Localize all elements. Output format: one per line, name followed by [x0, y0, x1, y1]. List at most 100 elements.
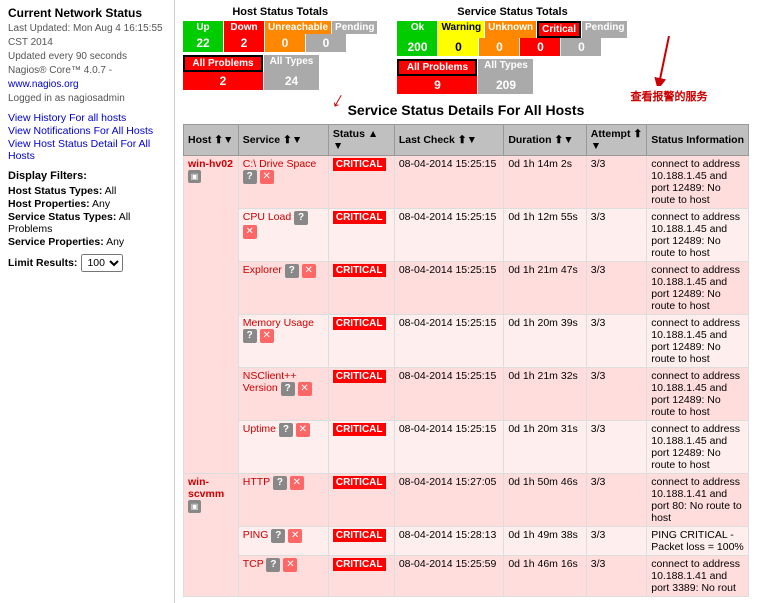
sort-lastcheck-icon[interactable]: ⬆▼: [458, 134, 477, 146]
service-link[interactable]: Explorer: [243, 264, 282, 276]
service-cell: PING ? ✕: [238, 527, 328, 556]
table-row: NSClient++ Version ? ✕CRITICAL08-04-2014…: [184, 368, 749, 421]
host-link[interactable]: win-scvmm: [188, 476, 224, 500]
status-badge: CRITICAL: [333, 211, 386, 224]
x-icon[interactable]: ✕: [290, 476, 304, 490]
service-cell: TCP ? ✕: [238, 556, 328, 597]
status-cell: CRITICAL: [328, 315, 394, 368]
sort-status-icon[interactable]: ▲▼: [333, 128, 378, 152]
update-interval: Updated every 90 seconds: [8, 50, 166, 64]
svc-allprob-value[interactable]: 9: [397, 76, 477, 94]
info-cell: connect to address 10.188.1.45 and port …: [647, 421, 749, 474]
svc-unknown-value[interactable]: 0: [479, 38, 519, 56]
svc-alltypes-label[interactable]: All Types: [478, 59, 533, 76]
sidebar: Current Network Status Last Updated: Mon…: [0, 0, 175, 603]
x-icon[interactable]: ✕: [298, 382, 312, 396]
display-filters: Display Filters: Host Status Types: All …: [8, 170, 166, 248]
duration-cell: 0d 1h 20m 39s: [504, 315, 586, 368]
last-check-cell: 08-04-2014 15:25:15: [394, 156, 503, 209]
service-link[interactable]: HTTP: [243, 476, 270, 488]
host-down-value[interactable]: 2: [224, 34, 264, 52]
service-link[interactable]: CPU Load: [243, 211, 291, 223]
service-link[interactable]: TCP: [243, 558, 264, 570]
svc-pending-value[interactable]: 0: [561, 38, 601, 56]
x-icon[interactable]: ✕: [296, 423, 310, 437]
svc-unknown-header: Unknown: [485, 21, 536, 38]
sort-attempt-icon[interactable]: ⬆▼: [591, 128, 642, 152]
limit-label: Limit Results:: [8, 257, 77, 269]
question-icon[interactable]: ?: [294, 211, 308, 225]
nagios-url-link[interactable]: www.nagios.org: [8, 79, 79, 90]
service-link[interactable]: C:\ Drive Space: [243, 158, 317, 170]
host-allprob-label[interactable]: All Problems: [183, 55, 263, 72]
limit-select[interactable]: 100 50 25: [81, 254, 123, 272]
duration-cell: 0d 1h 21m 32s: [504, 368, 586, 421]
svc-critical-value[interactable]: 0: [520, 38, 560, 56]
sort-duration-icon[interactable]: ⬆▼: [554, 134, 573, 146]
question-icon[interactable]: ?: [273, 476, 287, 490]
table-header-row: Host ⬆▼ Service ⬆▼ Status ▲▼ Last Check …: [184, 125, 749, 156]
service-link[interactable]: Uptime: [243, 423, 276, 435]
arrow-down-left-icon: [654, 36, 684, 86]
service-link[interactable]: PING: [243, 529, 269, 541]
question-icon[interactable]: ?: [279, 423, 293, 437]
x-icon[interactable]: ✕: [288, 529, 302, 543]
x-icon[interactable]: ✕: [283, 558, 297, 572]
question-icon[interactable]: ?: [281, 382, 295, 396]
svc-alltypes-value[interactable]: 209: [478, 76, 533, 94]
host-properties-filter: Host Properties: Any: [8, 198, 166, 210]
last-updated: Last Updated: Mon Aug 4 16:15:55 CST 201…: [8, 22, 166, 50]
notifications-link[interactable]: View Notifications For All Hosts: [8, 125, 166, 137]
sort-host-icon[interactable]: ⬆▼: [214, 134, 233, 146]
host-unreachable-value[interactable]: 0: [265, 34, 305, 52]
host-alltypes-value[interactable]: 24: [264, 72, 319, 90]
col-host-header: Host ⬆▼: [184, 125, 239, 156]
col-attempt-header: Attempt ⬆▼: [586, 125, 646, 156]
service-cell: Memory Usage ? ✕: [238, 315, 328, 368]
x-icon[interactable]: ✕: [302, 264, 316, 278]
x-icon[interactable]: ✕: [260, 329, 274, 343]
duration-cell: 0d 1h 14m 2s: [504, 156, 586, 209]
sort-service-icon[interactable]: ⬆▼: [283, 134, 302, 146]
table-row: Memory Usage ? ✕CRITICAL08-04-2014 15:25…: [184, 315, 749, 368]
info-cell: connect to address 10.188.1.45 and port …: [647, 262, 749, 315]
last-check-cell: 08-04-2014 15:27:05: [394, 474, 503, 527]
attempt-cell: 3/3: [586, 421, 646, 474]
question-icon[interactable]: ?: [271, 529, 285, 543]
service-properties-filter: Service Properties: Any: [8, 236, 166, 248]
service-link[interactable]: Memory Usage: [243, 317, 314, 329]
question-icon[interactable]: ?: [243, 329, 257, 343]
question-icon[interactable]: ?: [266, 558, 280, 572]
host-pending-value[interactable]: 0: [306, 34, 346, 52]
status-badge: CRITICAL: [333, 423, 386, 436]
duration-cell: 0d 1h 20m 31s: [504, 421, 586, 474]
filters-title: Display Filters:: [8, 170, 166, 182]
svc-warning-value[interactable]: 0: [438, 38, 478, 56]
svc-pending-header: Pending: [582, 21, 627, 38]
host-alltypes-label[interactable]: All Types: [264, 55, 319, 72]
x-icon[interactable]: ✕: [260, 170, 274, 184]
host-allprob-value[interactable]: 2: [183, 72, 263, 90]
host-unreachable-header: Unreachable: [265, 21, 331, 34]
info-cell: connect to address 10.188.1.45 and port …: [647, 368, 749, 421]
history-hosts-link[interactable]: View History For all hosts: [8, 112, 166, 124]
question-icon[interactable]: ?: [285, 264, 299, 278]
table-row: TCP ? ✕CRITICAL08-04-2014 15:25:590d 1h …: [184, 556, 749, 597]
question-icon[interactable]: ?: [243, 170, 257, 184]
host-down-header: Down: [224, 21, 264, 34]
sidebar-title: Current Network Status: [8, 6, 166, 20]
x-icon[interactable]: ✕: [243, 225, 257, 239]
table-row: PING ? ✕CRITICAL08-04-2014 15:28:130d 1h…: [184, 527, 749, 556]
table-row: CPU Load ? ✕CRITICAL08-04-2014 15:25:150…: [184, 209, 749, 262]
col-service-header: Service ⬆▼: [238, 125, 328, 156]
attempt-cell: 3/3: [586, 556, 646, 597]
host-icon[interactable]: ▣: [188, 500, 201, 513]
host-up-value[interactable]: 22: [183, 34, 223, 52]
host-icon[interactable]: ▣: [188, 170, 201, 183]
svc-ok-value[interactable]: 200: [397, 38, 437, 56]
svc-allprob-label[interactable]: All Problems: [397, 59, 477, 76]
host-status-detail-link[interactable]: View Host Status Detail For All Hosts: [8, 138, 166, 162]
host-link[interactable]: win-hv02: [188, 158, 233, 170]
service-cell: NSClient++ Version ? ✕: [238, 368, 328, 421]
col-duration-header: Duration ⬆▼: [504, 125, 586, 156]
